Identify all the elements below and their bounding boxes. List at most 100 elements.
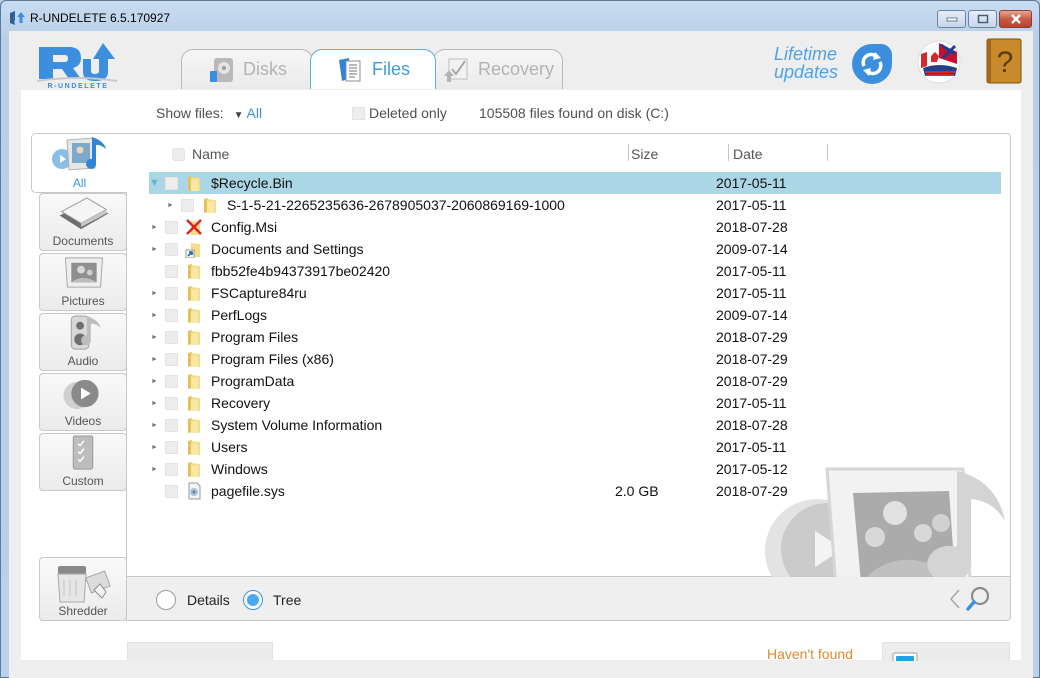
details-view-radio[interactable]: [156, 590, 176, 610]
column-separator[interactable]: [628, 144, 629, 161]
folder-shortcut-icon: [185, 240, 203, 259]
expand-arrow-icon[interactable]: ►: [151, 312, 158, 319]
table-row[interactable]: ► S-1-5-21-2265235636-2678905037-20608691…: [149, 194, 1001, 216]
help-book-icon[interactable]: ?: [985, 37, 1023, 85]
category-documents[interactable]: Documents: [39, 193, 127, 251]
file-name: Config.Msi: [211, 219, 278, 235]
row-checkbox[interactable]: [165, 286, 178, 300]
row-checkbox[interactable]: [165, 396, 178, 410]
status-strip: [9, 661, 1033, 678]
row-checkbox[interactable]: [165, 462, 178, 476]
row-checkbox[interactable]: [165, 176, 178, 190]
svg-text:?: ?: [997, 46, 1014, 79]
table-row[interactable]: ► Recovery 2017-05-11: [149, 392, 1001, 414]
deleted-folder-icon: [185, 218, 203, 236]
expand-arrow-icon[interactable]: ►: [151, 444, 158, 451]
row-checkbox[interactable]: [165, 440, 178, 454]
shredder-button[interactable]: Shredder: [39, 557, 127, 621]
row-checkbox[interactable]: [165, 352, 178, 366]
category-pictures[interactable]: Pictures: [39, 253, 127, 311]
file-date: 2018-07-29: [716, 373, 788, 389]
maximize-icon: [977, 14, 988, 24]
expand-arrow-icon[interactable]: ►: [151, 422, 158, 429]
expand-arrow-icon[interactable]: ►: [151, 334, 158, 341]
table-row[interactable]: ► Program Files (x86) 2018-07-29: [149, 348, 1001, 370]
expand-arrow-icon[interactable]: ►: [151, 246, 158, 253]
row-checkbox[interactable]: [165, 242, 178, 256]
row-checkbox[interactable]: [165, 374, 178, 388]
file-date: 2017-05-11: [716, 175, 787, 191]
table-row[interactable]: ► Documents and Settings 2009-07-14: [149, 238, 1001, 260]
show-files-filter[interactable]: Show files: ▼ All: [156, 105, 262, 121]
select-all-checkbox[interactable]: [172, 148, 185, 161]
row-checkbox[interactable]: [165, 484, 178, 498]
row-checkbox[interactable]: [165, 308, 178, 322]
language-flags-icon[interactable]: [917, 40, 961, 84]
close-button[interactable]: [999, 10, 1032, 28]
row-checkbox[interactable]: [181, 198, 194, 212]
table-row[interactable]: ► PerfLogs 2009-07-14: [149, 304, 1001, 326]
table-row[interactable]: ► Config.Msi 2018-07-28: [149, 216, 1001, 238]
column-separator[interactable]: [827, 144, 828, 161]
row-checkbox[interactable]: [165, 220, 178, 234]
tab-disks[interactable]: Disks: [181, 49, 313, 89]
category-audio[interactable]: Audio: [39, 313, 127, 371]
table-row[interactable]: ► ProgramData 2018-07-29: [149, 370, 1001, 392]
file-name: Windows: [211, 461, 268, 477]
file-date: 2018-07-28: [716, 219, 788, 235]
category-label: All: [72, 176, 87, 190]
file-date: 2017-05-11: [716, 263, 787, 279]
expand-arrow-icon[interactable]: ►: [167, 202, 174, 209]
tree-view-label[interactable]: Tree: [273, 592, 301, 608]
file-name: $Recycle.Bin: [211, 175, 293, 191]
table-row[interactable]: ► System Volume Information 2018-07-28: [149, 414, 1001, 436]
table-row[interactable]: ► FSCapture84ru 2017-05-11: [149, 282, 1001, 304]
category-videos[interactable]: Videos: [39, 373, 127, 431]
all-media-icon: [51, 137, 106, 171]
category-label: Audio: [67, 354, 99, 368]
file-name: Program Files: [211, 329, 299, 345]
category-all[interactable]: All: [31, 133, 127, 193]
deleted-only-filter[interactable]: Deleted only: [352, 105, 447, 121]
row-checkbox[interactable]: [165, 330, 178, 344]
table-row[interactable]: ► Users 2017-05-11: [149, 436, 1001, 458]
refresh-icon[interactable]: [851, 43, 893, 85]
table-row[interactable]: fbb52fe4b94373917be02420 2017-05-11: [149, 260, 1001, 282]
details-view-label[interactable]: Details: [187, 592, 230, 608]
file-date: 2017-05-11: [716, 395, 787, 411]
chevron-left-icon[interactable]: [948, 587, 962, 611]
tab-recovery[interactable]: Recovery: [433, 49, 563, 89]
column-header-name[interactable]: Name: [192, 146, 229, 164]
maximize-button[interactable]: [968, 10, 997, 28]
row-checkbox[interactable]: [165, 418, 178, 432]
folder-icon: [185, 416, 203, 434]
show-files-value[interactable]: All: [247, 105, 263, 121]
row-checkbox[interactable]: [165, 264, 178, 278]
folder-icon: [185, 372, 203, 390]
havent-found-link[interactable]: Haven't found: [767, 646, 853, 662]
expand-arrow-icon[interactable]: ►: [151, 356, 158, 363]
deleted-only-checkbox[interactable]: [352, 106, 365, 120]
expand-arrow-icon[interactable]: ►: [151, 400, 158, 407]
column-separator[interactable]: [728, 144, 729, 161]
minimize-icon: [946, 17, 957, 22]
column-header-size[interactable]: Size: [631, 146, 658, 164]
table-row[interactable]: ► Program Files 2018-07-29: [149, 326, 1001, 348]
table-row[interactable]: ▼ $Recycle.Bin 2017-05-11: [149, 172, 1001, 194]
search-icon[interactable]: [964, 585, 992, 613]
file-date: 2017-05-11: [716, 285, 787, 301]
shredder-icon: [57, 566, 111, 603]
expand-arrow-icon[interactable]: ►: [151, 224, 158, 231]
expand-arrow-icon[interactable]: ►: [151, 466, 158, 473]
file-date: 2018-07-29: [716, 351, 788, 367]
minimize-button[interactable]: [937, 10, 966, 28]
category-custom[interactable]: Custom: [39, 433, 127, 491]
expand-arrow-icon[interactable]: ►: [151, 378, 158, 385]
column-header-date[interactable]: Date: [733, 146, 763, 164]
collapse-arrow-icon[interactable]: ▼: [149, 177, 160, 189]
expand-arrow-icon[interactable]: ►: [151, 290, 158, 297]
audio-icon: [70, 315, 101, 350]
tab-files[interactable]: Files: [310, 49, 436, 89]
tree-view-radio[interactable]: [243, 590, 263, 610]
lifetime-updates-link[interactable]: Lifetime updates: [774, 45, 838, 81]
